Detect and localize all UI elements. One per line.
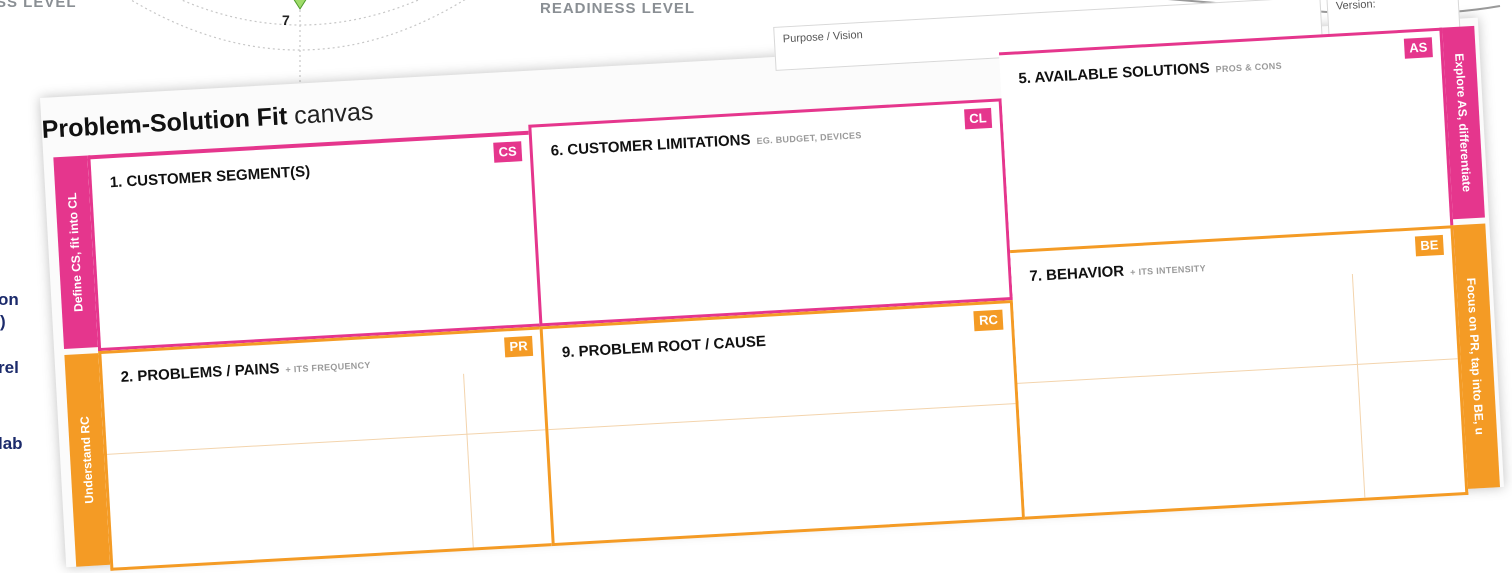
cell-title-text: 5. AVAILABLE SOLUTIONS — [1017, 59, 1211, 88]
cell-subtitle: + ITS FREQUENCY — [285, 359, 371, 375]
background-text-fragment: rel — [0, 358, 19, 377]
cell-title-text: 2. PROBLEMS / PAINS — [120, 360, 280, 386]
version-label: Version: — [1335, 0, 1376, 13]
cell-title: 1. CUSTOMER SEGMENT(S) — [109, 163, 310, 191]
problem-root-cause-cell[interactable]: 9. PROBLEM ROOT / CAUSE RC — [539, 300, 1026, 547]
background-level-label: SS LEVEL — [0, 0, 77, 11]
cell-subtitle: + ITS INTENSITY — [1129, 263, 1207, 278]
tag-cs: CS — [493, 141, 523, 163]
guide-line — [548, 402, 1022, 431]
background-axis-number: 7 — [282, 12, 291, 28]
cell-title-text: 7. BEHAVIOR — [1029, 262, 1125, 286]
problems-pains-cell[interactable]: 2. PROBLEMS / PAINS + ITS FREQUENCY PR — [98, 326, 552, 571]
side-band-label: Understand RC — [77, 415, 97, 504]
tag-as: AS — [1403, 37, 1433, 59]
cell-title: 9. PROBLEM ROOT / CAUSE — [562, 333, 767, 361]
tag-be: BE — [1414, 234, 1444, 257]
behavior-cell[interactable]: 7. BEHAVIOR + ITS INTENSITY BE — [1010, 225, 1469, 520]
side-band-label: Focus on PR, tap into BE, u — [1464, 277, 1488, 436]
cell-subtitle: EG. BUDGET, DEVICES — [756, 130, 862, 147]
cell-title-text: 1. CUSTOMER SEGMENT(S) — [109, 163, 311, 192]
guide-line — [463, 373, 475, 554]
guide-line — [1351, 273, 1366, 504]
cell-title-text: 9. PROBLEM ROOT / CAUSE — [561, 332, 767, 362]
side-band-label: Explore AS, differentiate — [1451, 52, 1474, 193]
cell-title: 5. AVAILABLE SOLUTIONS PROS & CONS — [1018, 56, 1282, 88]
cell-title: 2. PROBLEMS / PAINS + ITS FREQUENCY — [120, 355, 371, 386]
cell-title: 7. BEHAVIOR + ITS INTENSITY — [1029, 258, 1206, 285]
background-text-fragment: lab — [0, 434, 23, 453]
background-text-fragment: on — [0, 290, 19, 309]
background-text-fragment: ) — [0, 312, 6, 331]
purpose-vision-label: Purpose / Vision — [782, 28, 864, 46]
tag-cl: CL — [963, 107, 993, 130]
cell-title: 6. CUSTOMER LIMITATIONS EG. BUDGET, DEVIC… — [550, 125, 862, 159]
cell-title-text: 6. CUSTOMER LIMITATIONS — [550, 131, 751, 160]
guide-line — [1017, 358, 1461, 384]
canvas-title-light: canvas — [286, 97, 375, 131]
side-band-label: Define CS, fit into CL — [65, 192, 86, 313]
customer-segments-cell[interactable]: 1. CUSTOMER SEGMENT(S) CS — [87, 130, 540, 352]
customer-limitations-cell[interactable]: 6. CUSTOMER LIMITATIONS EG. BUDGET, DEVIC… — [528, 98, 1013, 327]
tag-rc: RC — [973, 309, 1004, 332]
problem-solution-fit-canvas: Purpose / Vision Version: Problem-Soluti… — [40, 0, 1504, 571]
tag-pr: PR — [504, 335, 534, 358]
background-readiness-label: READINESS LEVEL — [540, 0, 696, 17]
guide-line — [106, 429, 549, 455]
cell-subtitle: PROS & CONS — [1215, 60, 1283, 75]
